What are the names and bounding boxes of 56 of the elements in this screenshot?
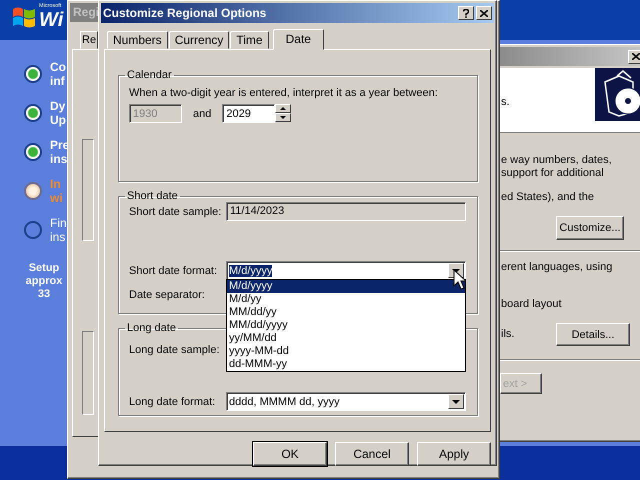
dropdown-option[interactable]: MM/dd/yy (227, 306, 465, 319)
and-label: and (193, 108, 212, 120)
sample-field: 11/14/2023 (226, 202, 466, 221)
dropdown-option[interactable]: M/d/yyyy (227, 280, 465, 293)
help-icon (463, 8, 469, 18)
format-combo-box[interactable]: dddd, MMMM dd, yyyy (226, 392, 466, 411)
close-icon (632, 53, 640, 60)
step-label: Co inf (50, 60, 66, 88)
body-text: erent languages, using (501, 261, 614, 274)
body-text: board layout (501, 298, 563, 311)
spin-down-button[interactable] (275, 113, 292, 122)
time-estimate: Setup approx 33 (24, 262, 64, 301)
format-combo-box[interactable]: M/d/yyyy (226, 261, 466, 280)
dialog-button[interactable]: Apply (417, 442, 491, 466)
tab[interactable]: Numbers (107, 31, 168, 49)
body-text: e way numbers, dates, (501, 154, 613, 167)
close-button[interactable] (628, 50, 640, 64)
group-title: Calendar (126, 69, 173, 81)
window-title: Customize Regional Options (103, 6, 266, 20)
tab[interactable]: Date (272, 29, 324, 50)
tab[interactable]: Time (230, 31, 269, 49)
dropdown-option[interactable]: dd-MMM-yy (227, 358, 465, 371)
body-text: ils. (501, 328, 514, 341)
close-button[interactable] (476, 6, 492, 20)
field-label: Short date sample: (129, 206, 222, 218)
prompt-text: When a two-digit year is entered, interpret it as a year between: (129, 86, 439, 100)
dropdown-option[interactable]: yy/MM/dd (227, 332, 465, 345)
tab[interactable]: Currency (168, 31, 230, 49)
year-field[interactable]: 2029 (222, 104, 276, 123)
step-label: In wi (50, 177, 63, 205)
step-label: Fin ins (50, 216, 67, 244)
field-label: Long date format: (129, 396, 216, 408)
spin-up-button[interactable] (275, 104, 292, 113)
dialog-button[interactable]: Cancel (335, 442, 409, 466)
step-label: Dy Up (50, 99, 66, 127)
logo-text: Wi (39, 10, 64, 30)
body-text: ed States), and the (501, 191, 595, 204)
group-title: Long date (126, 322, 177, 334)
group-title: Short date (126, 190, 179, 202)
dropdown-button[interactable] (448, 394, 464, 409)
field-label: Short date format: (129, 264, 218, 276)
dialog-button[interactable]: OK (253, 442, 327, 466)
header-text: s. (501, 96, 510, 108)
details-button[interactable]: Details... (556, 323, 630, 346)
field-label: Long date sample: (129, 344, 221, 356)
body-text: support for additional (501, 167, 605, 180)
combo-text: M/d/yyyy (229, 264, 272, 276)
combo-text: dddd, MMMM dd, yyyy (229, 396, 340, 408)
field-label: Date separator: (129, 289, 206, 301)
dropdown-option[interactable]: M/d/yy (227, 293, 465, 306)
help-button[interactable] (458, 6, 474, 20)
close-icon (480, 10, 488, 16)
customize-button[interactable]: Customize... (556, 216, 624, 240)
windows-flag-icon (12, 6, 36, 28)
dropdown-option[interactable]: MM/dd/yyyy (227, 319, 465, 332)
dropdown-option[interactable]: yyyy-MM-dd (227, 345, 465, 358)
